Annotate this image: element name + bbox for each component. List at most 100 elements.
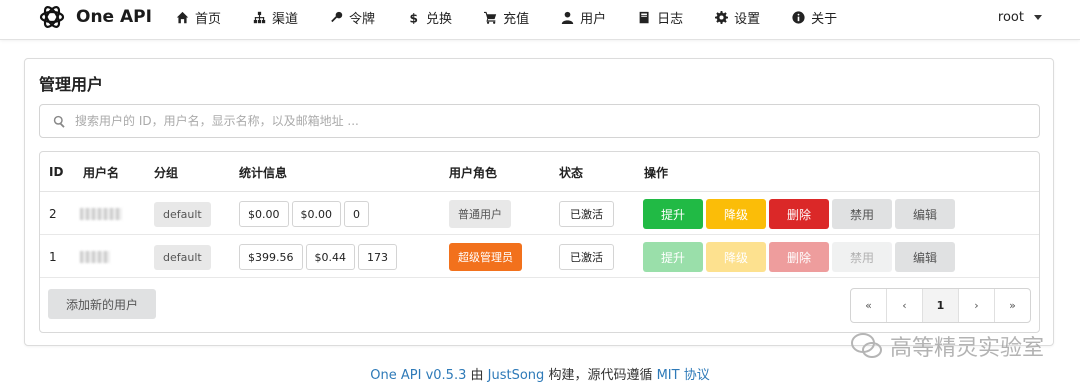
stats-cell: $0.00 $0.00 0 xyxy=(239,193,372,235)
user-icon xyxy=(561,11,574,24)
nav-label: 渠道 xyxy=(272,11,299,27)
actions-cell: 提升 降级 删除 禁用 编辑 xyxy=(643,193,958,235)
role-cell: 普通用户 xyxy=(449,193,511,235)
footer-version-link[interactable]: One API v0.5.3 xyxy=(370,368,466,383)
user-id: 2 xyxy=(49,207,57,221)
col-header-actions: 操作 xyxy=(644,165,669,180)
search-icon xyxy=(53,115,65,128)
stat-used: $0.44 xyxy=(305,244,355,270)
redacted-username xyxy=(80,251,110,263)
page-last-button[interactable]: » xyxy=(995,289,1030,322)
nav-item-topup[interactable]: 充值 xyxy=(484,8,529,27)
edit-button[interactable]: 编辑 xyxy=(895,242,955,272)
status-badge: 已激活 xyxy=(559,201,614,227)
footer-author-link[interactable]: JustSong xyxy=(488,368,545,383)
page-first-button[interactable]: « xyxy=(851,289,887,322)
stat-quota: $399.56 xyxy=(239,244,303,270)
nav-item-redeem[interactable]: $ 兑换 xyxy=(407,8,452,27)
nav-label: 充值 xyxy=(503,11,530,27)
nav-item-logs[interactable]: 日志 xyxy=(638,8,683,27)
app-name: One API xyxy=(76,7,152,27)
footer: One API v0.5.3 由 JustSong 构建，源代码遵循 MIT 协… xyxy=(0,364,1080,383)
nav-label: 首页 xyxy=(195,11,222,27)
edit-button[interactable]: 编辑 xyxy=(895,199,955,229)
nav-item-home[interactable]: 首页 xyxy=(176,8,221,27)
username-redacted xyxy=(80,193,122,235)
disable-button[interactable]: 禁用 xyxy=(832,199,892,229)
group-label: default xyxy=(154,244,211,270)
page-next-button[interactable]: › xyxy=(959,289,995,322)
status-cell: 已激活 xyxy=(559,236,614,278)
sitemap-icon xyxy=(253,11,266,23)
table-header: ID 用户名 分组 统计信息 用户角色 状态 操作 xyxy=(40,152,1039,192)
stat-used: $0.00 xyxy=(291,201,341,227)
disable-button[interactable]: 禁用 xyxy=(832,242,892,272)
caret-down-icon xyxy=(1034,14,1042,20)
user-id: 1 xyxy=(49,250,57,264)
key-icon xyxy=(331,11,343,22)
search-box xyxy=(39,104,1040,138)
demote-button[interactable]: 降级 xyxy=(706,199,766,229)
col-header-stats[interactable]: 统计信息 xyxy=(239,152,287,192)
username: root xyxy=(997,9,1024,25)
promote-button[interactable]: 提升 xyxy=(643,242,703,272)
col-header-username[interactable]: 用户名 xyxy=(83,152,119,192)
watermark: 高等精灵实验室 xyxy=(850,330,1044,362)
main-nav: 首页 渠道 令牌 $ 兑换 充值 用户 日志 设置 关于 xyxy=(176,0,869,34)
nav-label: 设置 xyxy=(734,11,761,27)
role-label: 普通用户 xyxy=(449,200,511,228)
status-badge: 已激活 xyxy=(559,244,614,270)
dollar-icon: $ xyxy=(409,11,417,24)
stat-requests: 0 xyxy=(344,201,369,227)
page-title: 管理用户 xyxy=(39,75,104,94)
add-user-button[interactable]: 添加新的用户 xyxy=(48,289,156,319)
footer-license-link[interactable]: MIT 协议 xyxy=(657,368,710,383)
watermark-text: 高等精灵实验室 xyxy=(889,336,1044,361)
manage-users-card: 管理用户 ID 用户名 分组 统计信息 用户角色 状态 操作 2 default… xyxy=(24,58,1054,346)
nav-item-channels[interactable]: 渠道 xyxy=(253,8,298,27)
col-header-group[interactable]: 分组 xyxy=(154,152,178,192)
page-prev-button[interactable]: ‹ xyxy=(887,289,923,322)
col-header-role[interactable]: 用户角色 xyxy=(449,152,497,192)
col-header-status[interactable]: 状态 xyxy=(559,152,583,192)
col-header-id[interactable]: ID xyxy=(49,152,63,192)
cart-icon xyxy=(484,11,497,24)
demote-button[interactable]: 降级 xyxy=(706,242,766,272)
app-logo[interactable]: One API xyxy=(36,0,152,34)
delete-button[interactable]: 删除 xyxy=(769,242,829,272)
nav-item-users[interactable]: 用户 xyxy=(561,8,606,27)
stats-cell: $399.56 $0.44 173 xyxy=(239,236,400,278)
username-redacted xyxy=(80,236,110,278)
book-icon xyxy=(639,11,649,23)
footer-text-by: 由 xyxy=(470,368,484,383)
nav-item-settings[interactable]: 设置 xyxy=(715,8,760,27)
nav-item-about[interactable]: 关于 xyxy=(792,8,837,27)
gear-icon xyxy=(715,10,729,24)
nav-label: 日志 xyxy=(657,11,684,27)
openai-logo-icon xyxy=(39,6,65,28)
info-icon xyxy=(792,10,805,24)
nav-label: 兑换 xyxy=(426,11,453,27)
stat-requests: 173 xyxy=(358,244,397,270)
nav-label: 令牌 xyxy=(349,11,376,27)
group-cell: default xyxy=(154,236,211,278)
page-number-button[interactable]: 1 xyxy=(923,289,959,322)
role-label: 超级管理员 xyxy=(449,243,522,271)
users-table: ID 用户名 分组 统计信息 用户角色 状态 操作 2 default $0.0… xyxy=(39,151,1040,333)
search-input[interactable] xyxy=(75,106,1039,136)
home-icon xyxy=(176,11,189,23)
table-row: 1 default $399.56 $0.44 173 超级管理员 已激活 提升… xyxy=(40,236,1039,278)
pagination: « ‹ 1 › » xyxy=(850,288,1031,323)
promote-button[interactable]: 提升 xyxy=(643,199,703,229)
group-cell: default xyxy=(154,193,211,235)
footer-text-built: 构建，源代码遵循 xyxy=(548,368,653,383)
user-dropdown[interactable]: root xyxy=(998,0,1042,34)
nav-label: 关于 xyxy=(811,11,838,27)
top-navbar: One API 首页 渠道 令牌 $ 兑换 充值 用户 日志 设置 关于 roo… xyxy=(0,0,1080,40)
delete-button[interactable]: 删除 xyxy=(769,199,829,229)
nav-item-tokens[interactable]: 令牌 xyxy=(330,8,375,27)
wechat-icon xyxy=(850,333,882,358)
group-label: default xyxy=(154,201,211,227)
status-cell: 已激活 xyxy=(559,193,614,235)
svg-text:$: $ xyxy=(409,11,417,24)
